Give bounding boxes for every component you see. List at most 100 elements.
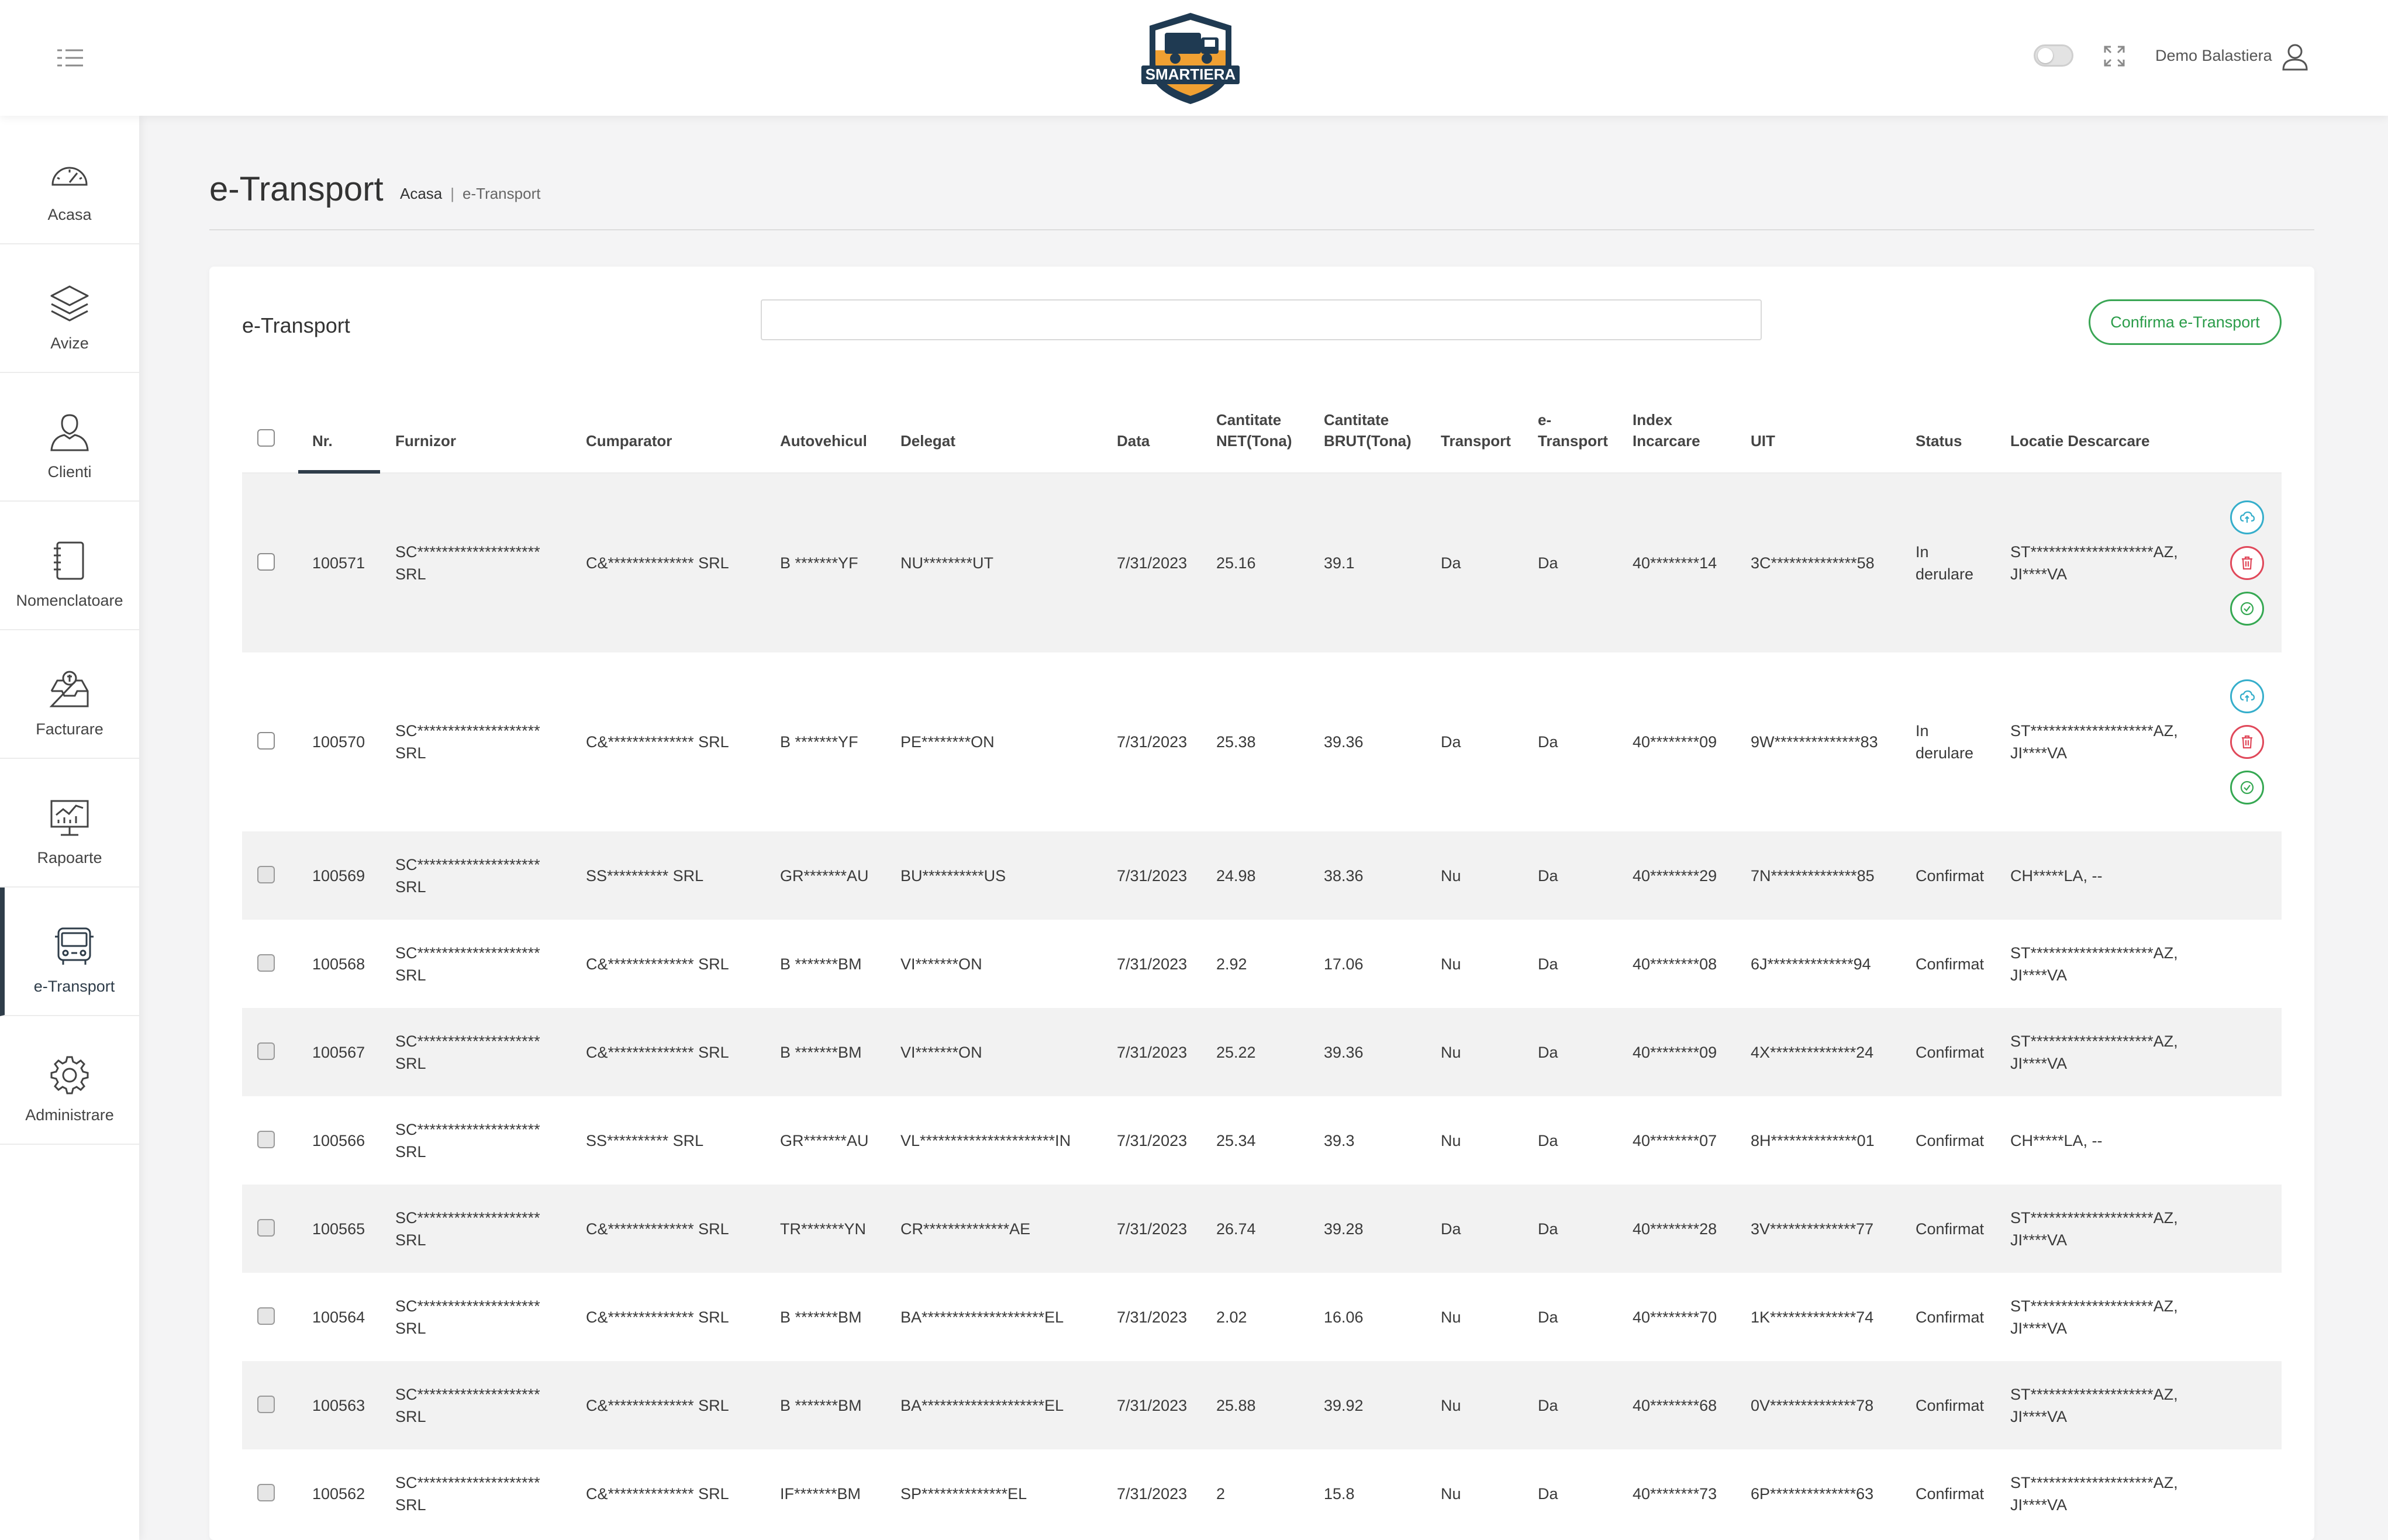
column-header-delegat[interactable]: Delegat	[900, 430, 955, 451]
cell-line: ST********************AZ,	[2010, 1385, 2178, 1403]
cell-cumparator: SS********** SRL	[586, 865, 703, 887]
table-row[interactable]: 100570 SC******************** SRL C&*******…	[242, 652, 2282, 831]
brand-logo[interactable]: SMARTIERA	[1138, 9, 1243, 106]
column-header-cantitate-brut[interactable]: Cantitate BRUT(Tona)	[1324, 409, 1412, 451]
breadcrumb-home-link[interactable]: Acasa	[400, 185, 442, 202]
column-header-furnizor[interactable]: Furnizor	[395, 430, 456, 451]
column-header-cumparator[interactable]: Cumparator	[586, 430, 672, 451]
confirm-button[interactable]	[2230, 592, 2264, 626]
cell-line: SRL	[395, 1496, 426, 1514]
cell-line: ST********************AZ,	[2010, 1297, 2178, 1315]
row-checkbox[interactable]	[257, 954, 275, 972]
column-header-cantitate-net[interactable]: Cantitate NET(Tona)	[1216, 409, 1292, 451]
column-header-locatie-descarcare[interactable]: Locatie Descarcare	[2010, 430, 2149, 451]
cell-line: 100569	[312, 866, 365, 885]
cell-line: SRL	[395, 565, 426, 583]
cell-line: 7/31/2023	[1117, 1043, 1188, 1061]
cell-line: 25.16	[1216, 554, 1256, 572]
table-row[interactable]: 100571 SC******************** SRL C&*******…	[242, 474, 2282, 652]
cell-line: Da	[1538, 1484, 1558, 1503]
column-header-e-transport[interactable]: e- Transport	[1538, 409, 1608, 451]
column-header-uit[interactable]: UIT	[1751, 430, 1775, 451]
confirm-etransport-button[interactable]: Confirma e-Transport	[2089, 299, 2282, 345]
row-checkbox[interactable]	[257, 1218, 275, 1237]
table-row[interactable]: 100563 SC******************** SRL C&*******…	[242, 1361, 2282, 1449]
column-header-transport[interactable]: Transport	[1441, 430, 1511, 451]
cell-status: Confirmat	[1916, 1483, 1984, 1505]
cell-e-transport: Da	[1538, 1483, 1558, 1505]
sidebar-item-avize[interactable]: Avize	[0, 244, 139, 373]
row-checkbox[interactable]	[257, 553, 275, 571]
cell-transport: Nu	[1441, 1483, 1461, 1505]
table-row[interactable]: 100567 SC******************** SRL C&*******…	[242, 1008, 2282, 1096]
sidebar-item-nomenclatoare[interactable]: Nomenclatoare	[0, 502, 139, 630]
theme-toggle[interactable]	[2034, 44, 2073, 67]
cell-line: Confirmat	[1916, 1043, 1985, 1061]
cell-cantitate-brut: 39.36	[1324, 731, 1364, 753]
cell-autovehicul: B *******BM	[780, 1394, 862, 1417]
row-checkbox[interactable]	[257, 1307, 275, 1325]
row-checkbox[interactable]	[257, 1483, 275, 1501]
upload-button[interactable]	[2230, 679, 2264, 713]
cell-uit: 7N**************85	[1751, 865, 1875, 887]
cell-index-incarcare: 40********08	[1633, 953, 1717, 975]
column-header-data[interactable]: Data	[1117, 430, 1150, 451]
cell-cantitate-brut: 38.36	[1324, 865, 1364, 887]
cell-index-incarcare: 40********68	[1633, 1394, 1717, 1417]
select-all-checkbox[interactable]	[257, 429, 275, 447]
search-input[interactable]	[761, 299, 1762, 340]
table-row[interactable]: 100569 SC******************** SRL SS*******…	[242, 831, 2282, 920]
confirm-button[interactable]	[2230, 771, 2264, 804]
cell-index-incarcare: 40********07	[1633, 1130, 1717, 1152]
sidebar-item-administrare[interactable]: Administrare	[0, 1016, 139, 1145]
cell-line: SC********************	[395, 1032, 540, 1050]
table-row[interactable]: 100566 SC******************** SRL SS*******…	[242, 1096, 2282, 1185]
cell-line: 39.28	[1324, 1220, 1364, 1238]
user-name[interactable]: Demo Balastiera	[2155, 47, 2272, 65]
delete-button[interactable]	[2230, 546, 2264, 580]
cell-cantitate-brut: 17.06	[1324, 953, 1364, 975]
cell-autovehicul: B *******YF	[780, 731, 858, 753]
table-row[interactable]: 100565 SC******************** SRL C&*******…	[242, 1185, 2282, 1273]
sidebar-item-facturare[interactable]: Facturare	[0, 630, 139, 759]
cell-furnizor: SC******************** SRL	[395, 1295, 540, 1339]
upload-button[interactable]	[2230, 500, 2264, 534]
row-checkbox[interactable]	[257, 865, 275, 883]
delete-button[interactable]	[2230, 725, 2264, 759]
column-header-autovehicul[interactable]: Autovehicul	[780, 430, 867, 451]
column-header-status[interactable]: Status	[1916, 430, 1962, 451]
cell-locatie-descarcare: ST********************AZ, JI****VA	[2010, 1207, 2178, 1251]
table-row[interactable]: 100562 SC******************** SRL C&*******…	[242, 1449, 2282, 1538]
column-header-index-incarcare[interactable]: Index Incarcare	[1633, 409, 1700, 451]
fullscreen-icon[interactable]	[2103, 44, 2126, 68]
menu-list-icon[interactable]	[56, 47, 84, 69]
cell-data: 7/31/2023	[1117, 1306, 1187, 1328]
cell-line: 100570	[312, 733, 365, 751]
cell-delegat: VL**********************IN	[900, 1130, 1071, 1152]
column-header-nr[interactable]: Nr.	[312, 430, 333, 451]
cell-line: derulare	[1916, 565, 1974, 583]
row-checkbox[interactable]	[257, 732, 275, 750]
cell-transport: Nu	[1441, 1306, 1461, 1328]
row-checkbox[interactable]	[257, 1042, 275, 1060]
table-row[interactable]: 100568 SC******************** SRL C&*******…	[242, 920, 2282, 1008]
row-checkbox[interactable]	[257, 1130, 275, 1148]
cell-line: C&************** SRL	[586, 1308, 729, 1326]
cell-line: 39.92	[1324, 1396, 1364, 1414]
sidebar-item-rapoarte[interactable]: Rapoarte	[0, 759, 139, 888]
cell-line: Nu	[1441, 1043, 1461, 1061]
cell-line: derulare	[1916, 744, 1974, 762]
table-row[interactable]: 100564 SC******************** SRL C&*******…	[242, 1273, 2282, 1361]
cell-line: 39.3	[1324, 1131, 1355, 1149]
cell-locatie-descarcare: CH*****LA, --	[2010, 1130, 2103, 1152]
row-checkbox[interactable]	[257, 1395, 275, 1413]
cell-furnizor: SC******************** SRL	[395, 1118, 540, 1163]
cell-line: 100566	[312, 1131, 365, 1149]
sidebar-item-e-transport[interactable]: e-Transport	[0, 888, 139, 1016]
cell-line: GR*******AU	[780, 1131, 869, 1149]
cell-line: 25.88	[1216, 1396, 1256, 1414]
cell-uit: 4X**************24	[1751, 1041, 1873, 1064]
user-icon[interactable]	[2280, 42, 2310, 71]
sidebar-item-clienti[interactable]: Clienti	[0, 373, 139, 502]
sidebar-item-acasa[interactable]: Acasa	[0, 116, 139, 244]
